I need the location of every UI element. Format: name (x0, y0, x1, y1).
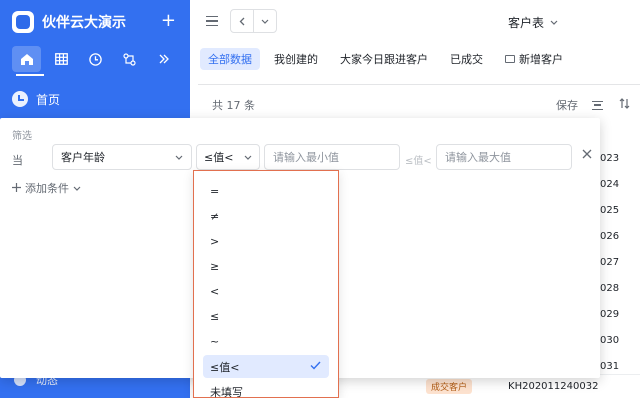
folder-icon (505, 55, 515, 63)
chevron-down-icon (175, 153, 183, 162)
table-cell: 028 (600, 283, 620, 294)
menu-item-label: ≠ (210, 210, 220, 223)
operator-select[interactable]: ≤值< (196, 144, 260, 170)
tab-label: 全部数据 (208, 53, 252, 66)
menu-item-between[interactable]: ~ (203, 330, 329, 353)
tab-new-customers[interactable]: 新增客户 (497, 48, 571, 70)
menu-item-label: 未填写 (210, 385, 243, 398)
menu-item-label: < (210, 285, 220, 298)
record-count: 共 17 条 (212, 99, 255, 112)
top-bar: 客户表 (190, 0, 640, 44)
tab-label: 已成交 (450, 53, 483, 66)
plus-icon (12, 181, 21, 196)
menu-item-label: = (210, 185, 220, 198)
tab-label: 我创建的 (274, 53, 318, 66)
app-name: 伙伴云大演示 (42, 15, 126, 31)
tab-today-followup[interactable]: 大家今日跟进客户 (332, 48, 436, 70)
tab-label: 大家今日跟进客户 (340, 53, 428, 66)
min-value-input[interactable] (264, 144, 400, 170)
menu-icon[interactable] (206, 16, 218, 26)
more-icon[interactable] (150, 46, 179, 72)
menu-item-label: ≥ (210, 260, 220, 273)
tab-all-data[interactable]: 全部数据 (200, 48, 260, 70)
menu-item-not-equals[interactable]: ≠ (203, 205, 329, 228)
check-icon (310, 359, 321, 373)
chevron-down-icon (550, 18, 558, 27)
menu-item-less[interactable]: < (203, 280, 329, 303)
table-cell: 026 (600, 231, 620, 242)
field-select-value: 客户年龄 (61, 151, 105, 164)
condition-prefix: 当 (12, 154, 23, 167)
clock-icon[interactable] (81, 46, 110, 72)
menu-item-less-equal[interactable]: ≤ (203, 305, 329, 328)
table-cell: 027 (600, 257, 620, 268)
tab-closed[interactable]: 已成交 (442, 48, 491, 70)
chevron-down-icon (73, 184, 81, 193)
filter-title: 筛选 (12, 131, 32, 142)
menu-item-greater[interactable]: > (203, 230, 329, 253)
code-column: 023 024 025 026 027 028 029 030 031 (600, 151, 640, 385)
table-cell: KH202011240032 (508, 381, 599, 392)
operator-select-value: ≤值< (204, 151, 234, 164)
menu-item-label: > (210, 235, 220, 248)
sidebar-item-home[interactable]: 首页 (12, 90, 60, 108)
sidebar-nav (12, 46, 184, 72)
save-button[interactable]: 保存 (556, 97, 578, 113)
table-cell: 024 (600, 179, 620, 190)
field-select[interactable]: 客户年龄 (52, 144, 192, 170)
tab-label: 新增客户 (519, 53, 563, 66)
operator-menu: = ≠ > ≥ < ≤ ~ ≤值< 未填写 (193, 170, 339, 398)
table-title[interactable]: 客户表 (508, 14, 558, 31)
sidebar-item-label: 首页 (36, 92, 61, 107)
menu-item-equals[interactable]: = (203, 180, 329, 203)
table-toolbar: 保存 (556, 97, 630, 113)
menu-item-label: ~ (210, 335, 220, 348)
home-item-icon (12, 91, 28, 107)
table-cell: 025 (600, 205, 620, 216)
chevron-down-icon (244, 153, 252, 162)
app-header: 伙伴云大演示 + (12, 10, 182, 34)
menu-item-empty[interactable]: 未填写 (203, 380, 329, 398)
grid-icon[interactable] (46, 46, 75, 72)
close-icon[interactable] (580, 148, 594, 164)
history-dropdown-button[interactable] (253, 9, 277, 33)
status-badge: 成交客户 (426, 379, 473, 394)
flow-icon[interactable] (115, 46, 144, 72)
menu-item-label: ≤值< (210, 360, 240, 374)
menu-item-greater-equal[interactable]: ≥ (203, 255, 329, 278)
tab-created-by-me[interactable]: 我创建的 (266, 48, 326, 70)
max-value-input[interactable] (436, 144, 572, 170)
menu-item-range[interactable]: ≤值< (203, 355, 329, 378)
table-title-label: 客户表 (508, 16, 545, 30)
sort-icon[interactable] (619, 98, 630, 112)
back-button[interactable] (230, 9, 254, 33)
table-cell: 023 (600, 153, 620, 164)
add-condition-label: 添加条件 (25, 182, 69, 195)
nav-active-underline (12, 74, 172, 76)
table-cell: 030 (600, 335, 620, 346)
table-cell: 029 (600, 309, 620, 320)
add-icon[interactable]: + (161, 11, 176, 31)
filter-lines-icon[interactable] (592, 100, 603, 110)
range-operator-label: ≤值< (405, 156, 432, 167)
menu-item-label: ≤ (210, 310, 220, 323)
app-logo (12, 11, 34, 33)
add-condition-button[interactable]: 添加条件 (12, 180, 81, 196)
home-icon[interactable] (12, 46, 42, 72)
view-tabs: 全部数据 我创建的 大家今日跟进客户 已成交 新增客户 (200, 48, 577, 70)
